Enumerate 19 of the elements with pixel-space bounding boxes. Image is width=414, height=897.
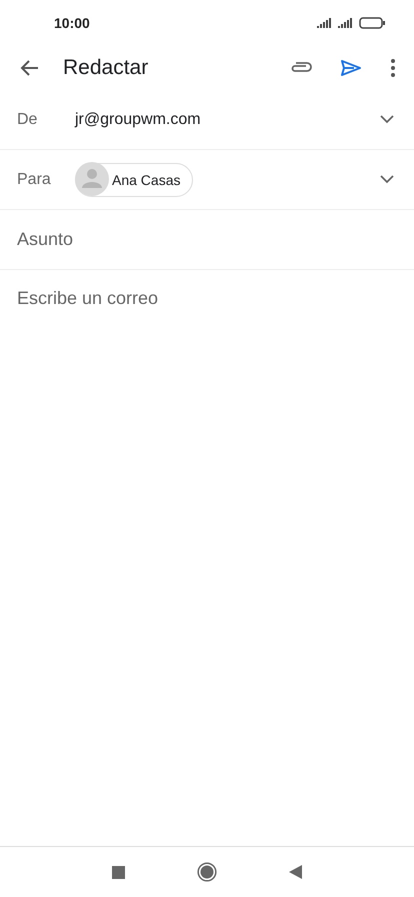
to-label: Para: [17, 170, 52, 188]
home-circle-icon[interactable]: [197, 862, 217, 882]
screen-title: Redactar: [63, 56, 150, 80]
send-icon[interactable]: [340, 59, 362, 77]
from-address[interactable]: jr@groupwm.com: [75, 110, 380, 128]
signal-icon: [317, 18, 334, 28]
back-triangle-icon[interactable]: [289, 865, 302, 879]
paperclip-icon[interactable]: [290, 62, 312, 74]
recipient-chip[interactable]: Ana Casas: [75, 162, 194, 196]
from-label: De: [17, 110, 38, 128]
signal-icon: [338, 18, 355, 28]
status-time: 10:00: [54, 15, 90, 31]
more-options-icon[interactable]: [390, 58, 396, 78]
square-icon[interactable]: [112, 866, 125, 878]
chevron-down-icon[interactable]: [380, 175, 394, 184]
back-arrow-icon[interactable]: [20, 58, 40, 78]
chevron-down-icon[interactable]: [380, 115, 394, 124]
battery-icon: [359, 17, 386, 29]
avatar-icon: [75, 162, 109, 196]
